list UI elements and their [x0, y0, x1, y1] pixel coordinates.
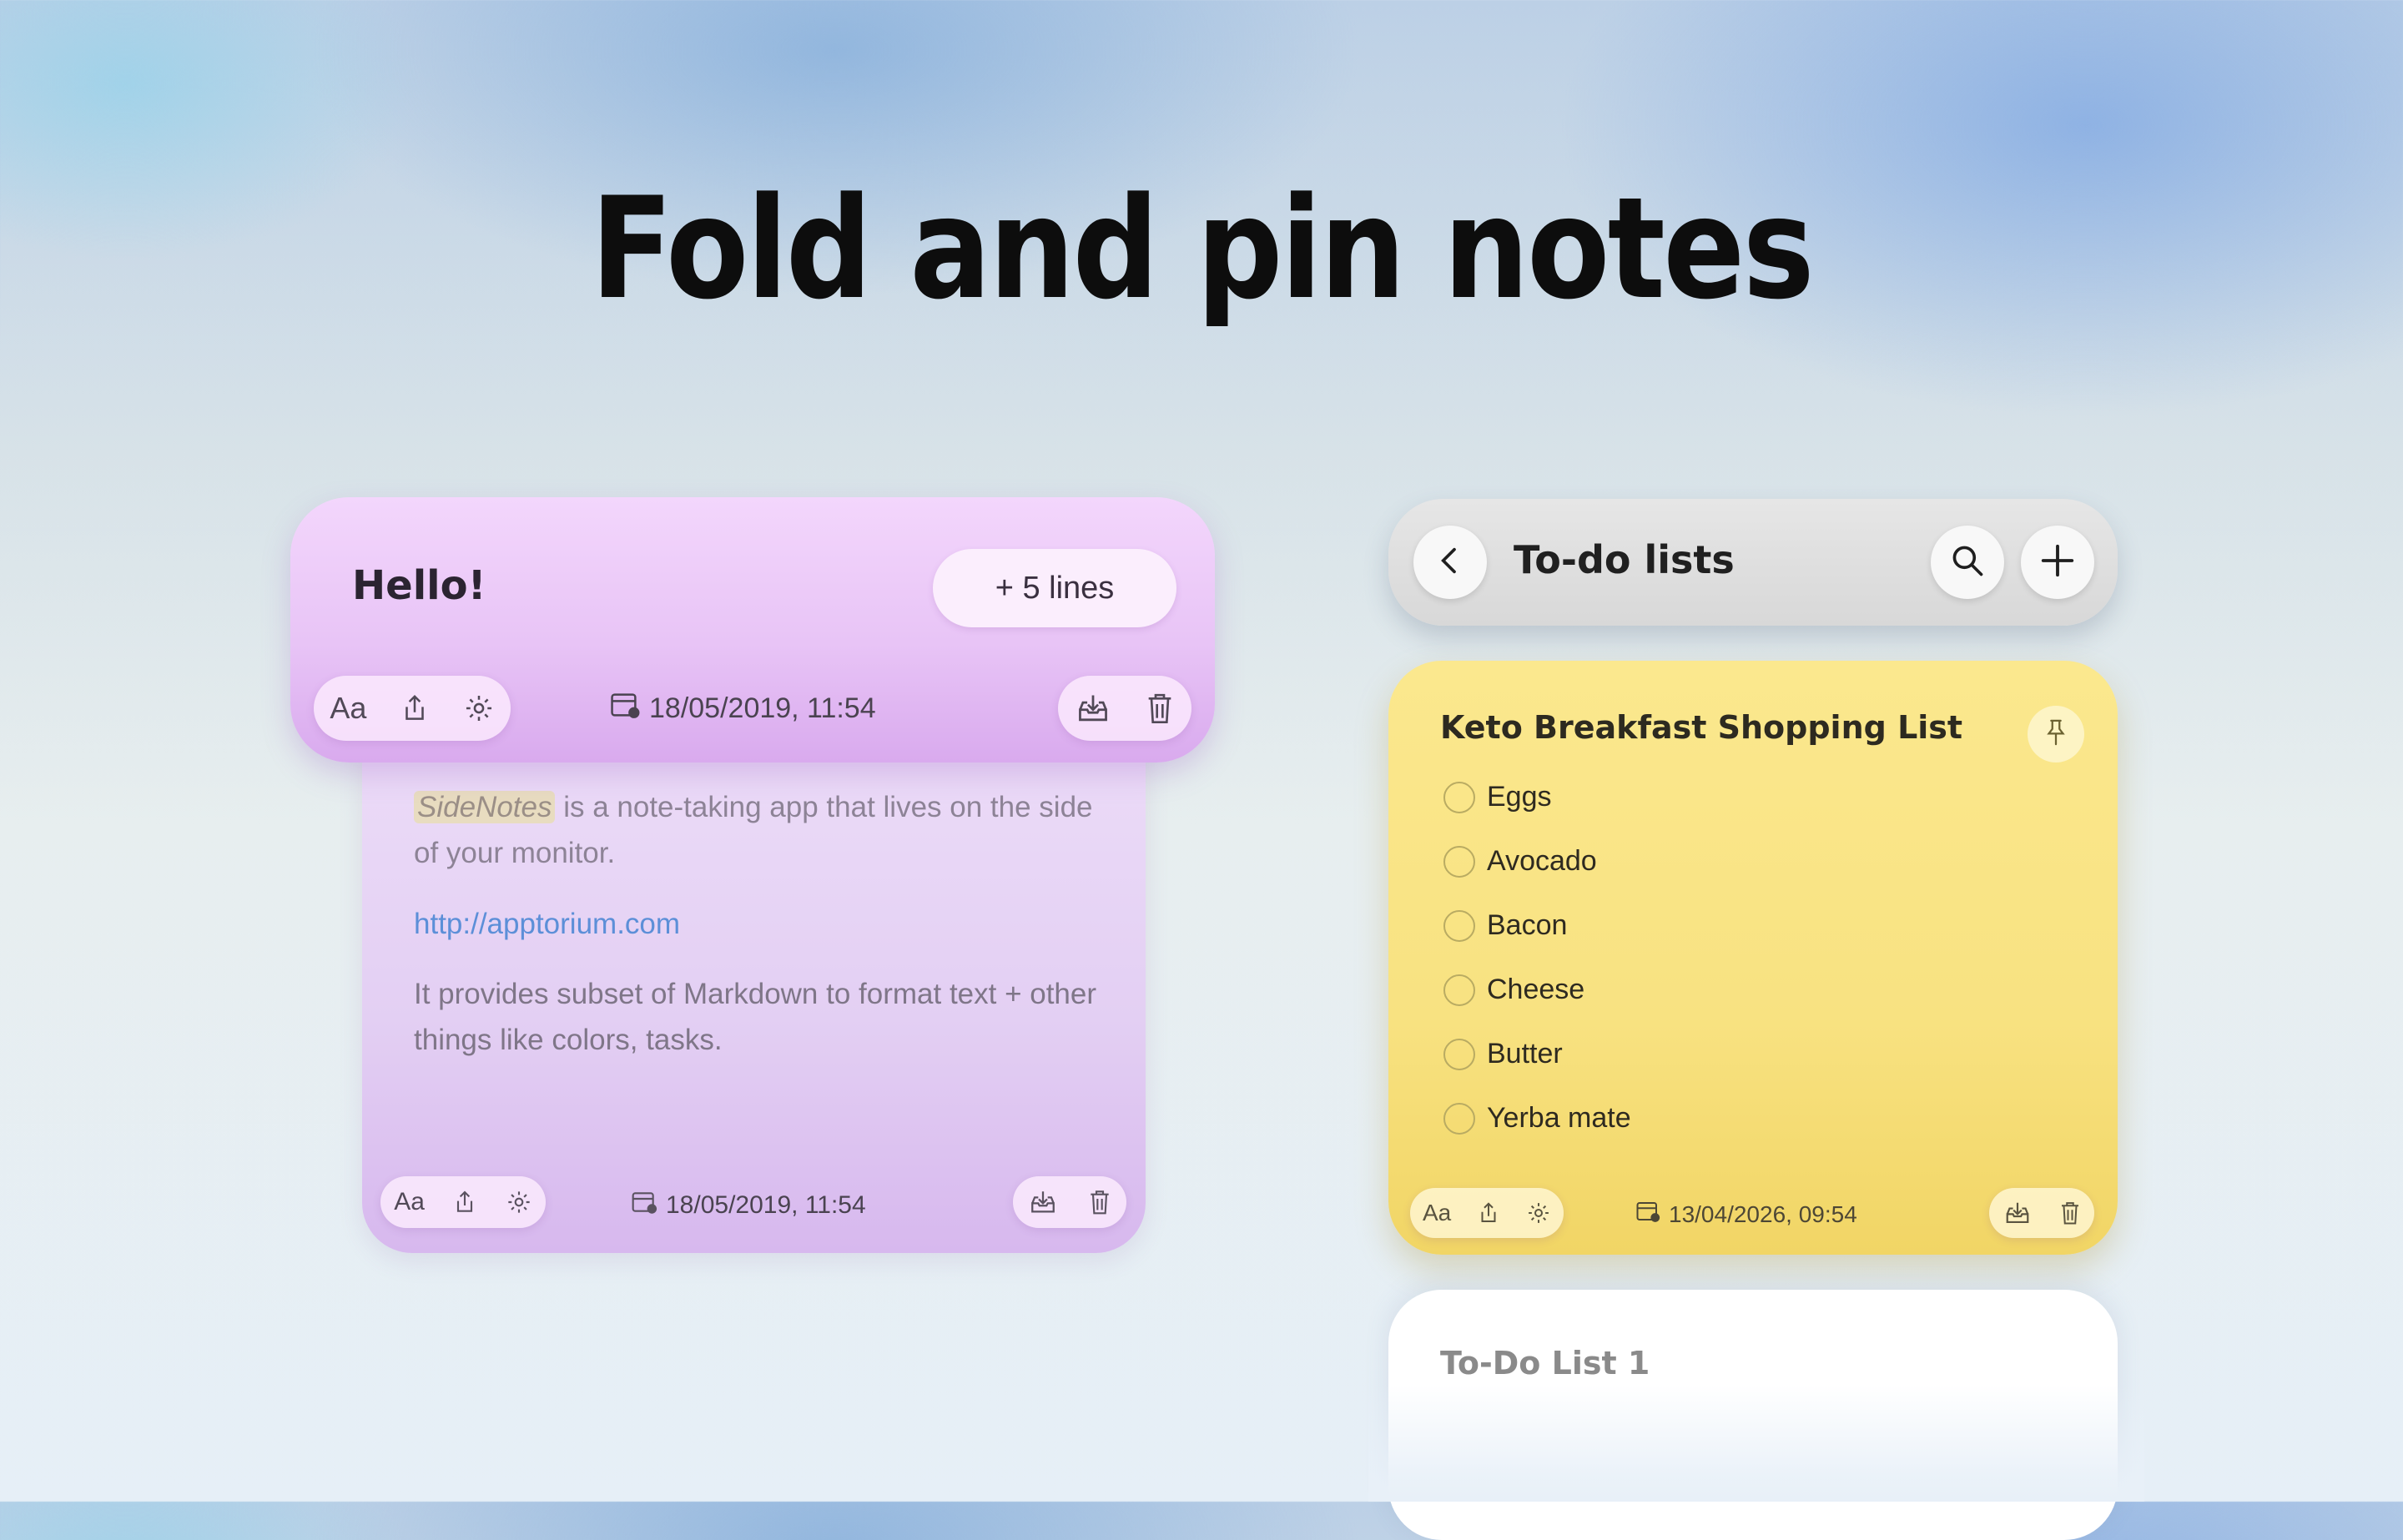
task-item[interactable]: Eggs [1443, 781, 1552, 813]
trash-icon[interactable] [1146, 692, 1174, 725]
trash-icon[interactable] [1088, 1189, 1111, 1215]
highlighted-text: SideNotes [414, 791, 556, 823]
note-body-panel: SideNotes is a note-taking app that live… [362, 734, 1146, 1253]
headline: Fold and pin notes [590, 167, 1815, 330]
trash-icon[interactable] [2059, 1200, 2081, 1225]
task-item[interactable]: Bacon [1443, 909, 1567, 942]
header-title: To-do lists [1514, 537, 1735, 582]
note-date: 18/05/2019, 11:54 [609, 691, 876, 727]
todo-header-bar: To-do lists [1388, 499, 2118, 626]
task-checkbox[interactable] [1443, 974, 1475, 1006]
plus-icon [2038, 541, 2077, 584]
add-button[interactable] [2021, 526, 2094, 599]
note-tools-group: Aa [314, 676, 511, 741]
note-actions-group [1058, 676, 1191, 741]
share-icon[interactable] [1476, 1200, 1501, 1225]
expand-lines-button[interactable]: + 5 lines [933, 549, 1176, 627]
task-item[interactable]: Yerba mate [1443, 1102, 1631, 1135]
archive-icon[interactable] [1076, 692, 1111, 724]
search-icon [1949, 542, 1986, 583]
task-label: Butter [1487, 1038, 1563, 1069]
pinned-note-card[interactable]: Keto Breakfast Shopping List Eggs Avocad… [1388, 661, 2118, 1255]
card-tools-group: Aa [1410, 1188, 1564, 1238]
gear-icon[interactable] [506, 1189, 532, 1215]
task-label: Avocado [1487, 845, 1597, 877]
task-checkbox[interactable] [1443, 1038, 1475, 1070]
calendar-icon [631, 1190, 657, 1221]
gear-icon[interactable] [463, 692, 495, 724]
task-checkbox[interactable] [1443, 781, 1475, 813]
folded-note-header[interactable]: Hello! + 5 lines Aa 18/05/2019, 11:54 [290, 497, 1215, 762]
note-title: Hello! [352, 562, 486, 609]
card-title: To-Do List 1 [1440, 1345, 1650, 1381]
back-button[interactable] [1413, 526, 1487, 599]
pin-icon [2043, 718, 2068, 751]
search-button[interactable] [1931, 526, 2004, 599]
card-date-text: 13/04/2026, 09:54 [1669, 1200, 1857, 1227]
calendar-icon [1635, 1200, 1660, 1229]
card-actions-group [1989, 1188, 2094, 1238]
bottom-fade [1368, 1385, 2144, 1502]
task-label: Yerba mate [1487, 1102, 1631, 1134]
task-checkbox[interactable] [1443, 909, 1475, 942]
footer-tools-group: Aa [380, 1176, 546, 1228]
card-title: Keto Breakfast Shopping List [1440, 709, 1963, 746]
task-item[interactable]: Avocado [1443, 845, 1597, 878]
footer-actions-group [1013, 1176, 1126, 1228]
share-icon[interactable] [451, 1189, 478, 1215]
font-button[interactable]: Aa [1423, 1200, 1451, 1226]
share-icon[interactable] [399, 692, 431, 724]
gear-icon[interactable] [1526, 1200, 1551, 1225]
font-button[interactable]: Aa [394, 1188, 425, 1216]
footer-date-text: 18/05/2019, 11:54 [666, 1191, 866, 1219]
chevron-left-icon [1433, 544, 1467, 581]
card-date: 13/04/2026, 09:54 [1635, 1200, 1857, 1229]
note-date-text: 18/05/2019, 11:54 [649, 692, 876, 724]
pin-button[interactable] [2028, 706, 2084, 762]
task-label: Bacon [1487, 909, 1568, 941]
calendar-icon [609, 691, 641, 727]
font-button[interactable]: Aa [330, 691, 366, 726]
footer-date: 18/05/2019, 11:54 [631, 1190, 866, 1221]
task-item[interactable]: Cheese [1443, 974, 1584, 1006]
task-item[interactable]: Butter [1443, 1038, 1563, 1070]
task-checkbox[interactable] [1443, 1102, 1475, 1135]
note-link[interactable]: http://apptorium.com [414, 901, 1115, 947]
note-intro-paragraph: SideNotes is a note-taking app that live… [414, 784, 1115, 876]
archive-icon[interactable] [2003, 1200, 2032, 1225]
task-checkbox[interactable] [1443, 845, 1475, 878]
task-label: Eggs [1487, 781, 1552, 813]
note-paragraph: It provides subset of Markdown to format… [414, 978, 1097, 1056]
task-label: Cheese [1487, 974, 1585, 1005]
archive-icon[interactable] [1029, 1189, 1057, 1215]
